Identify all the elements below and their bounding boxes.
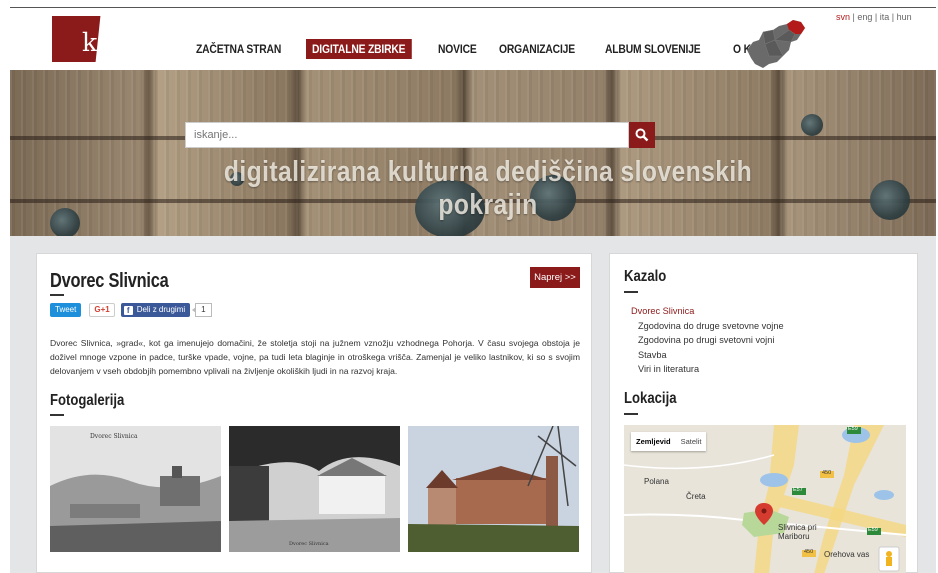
lang-hun[interactable]: hun xyxy=(897,12,912,22)
gallery-photo[interactable]: Dvorec Slivnica xyxy=(50,426,221,552)
facebook-share-button[interactable]: f Deli z drugimi xyxy=(120,303,191,317)
gallery-photo[interactable]: Dvorec Slivnica xyxy=(229,426,400,552)
location-underline xyxy=(624,413,638,415)
location-title: Lokacija xyxy=(624,390,677,407)
gallery-title: Fotogalerija xyxy=(50,392,125,409)
gplus-button[interactable]: G+1 xyxy=(89,303,115,317)
logo-text-value: kamra xyxy=(82,28,166,57)
svg-text:Dvorec Slivnica: Dvorec Slivnica xyxy=(289,541,329,547)
title-underline xyxy=(50,294,64,296)
search-button[interactable] xyxy=(629,122,655,148)
map-place-label: Čreta xyxy=(686,492,706,501)
svg-text:Dvorec Slivnica: Dvorec Slivnica xyxy=(90,433,138,440)
article-description: Dvorec Slivnica, »grad«, kot ga imenujej… xyxy=(50,338,580,376)
engraving-image: Dvorec Slivnica xyxy=(50,426,221,552)
map-tab-map[interactable]: Zemljevid xyxy=(631,432,676,451)
gallery-underline xyxy=(50,414,64,416)
location-map[interactable]: Zemljevid Satelit Polana Čreta Slivnica … xyxy=(624,425,906,573)
iron-knob xyxy=(870,180,910,220)
lang-ita[interactable]: ita xyxy=(880,12,890,22)
castle-photo-image xyxy=(408,426,579,552)
tweet-button[interactable]: Tweet xyxy=(50,303,82,317)
map-road-label: E57 xyxy=(793,487,803,493)
lang-eng[interactable]: eng xyxy=(857,12,872,22)
site-header: kamra ZAČETNA STRAN DIGITALNE ZBIRKE NOV… xyxy=(10,8,936,70)
search-icon xyxy=(635,128,649,142)
article-title: Dvorec Slivnica xyxy=(50,270,169,292)
main-nav: ZAČETNA STRAN DIGITALNE ZBIRKE NOVICE OR… xyxy=(190,39,794,59)
table-of-contents: Dvorec Slivnica Zgodovina do druge sveto… xyxy=(631,304,784,377)
toc-underline xyxy=(624,291,638,293)
tweet-label: Tweet xyxy=(55,305,77,314)
social-buttons: Tweet G+1 f Deli z drugimi 1 xyxy=(50,303,212,317)
map-place-label: Mariboru xyxy=(778,532,810,541)
toc-title: Kazalo xyxy=(624,268,667,285)
map-type-tabs: Zemljevid Satelit xyxy=(631,432,707,451)
share-count: 1 xyxy=(192,303,212,317)
logo-text: kamra xyxy=(82,28,165,57)
map-road-label: 450 xyxy=(804,549,814,555)
map-tab-satellite[interactable]: Satelit xyxy=(676,432,707,451)
nav-item-news[interactable]: NOVICE xyxy=(432,39,483,59)
toc-item[interactable]: Viri in literatura xyxy=(631,362,784,377)
map-road-label: 450 xyxy=(822,470,832,476)
map-place-label: Slivnica pri xyxy=(778,523,817,532)
nav-item-organizations[interactable]: ORGANIZACIJE xyxy=(493,39,581,59)
map-place-label: Polana xyxy=(644,477,669,486)
toc-item[interactable]: Dvorec Slivnica xyxy=(631,304,784,319)
postcard-image: Dvorec Slivnica xyxy=(229,426,400,552)
facebook-icon: f xyxy=(123,305,133,315)
toc-item[interactable]: Stavba xyxy=(631,348,784,363)
hero-banner: digitalizirana kulturna dediščina sloven… xyxy=(10,70,936,236)
nav-item-home[interactable]: ZAČETNA STRAN xyxy=(190,39,287,59)
kamra-logo[interactable]: kamra xyxy=(52,16,165,62)
gallery-photo[interactable] xyxy=(408,426,579,552)
nav-item-album[interactable]: ALBUM SLOVENIJE xyxy=(599,39,707,59)
map-road-label: E59 xyxy=(848,426,858,432)
map-place-label: Orehova vas xyxy=(824,550,870,559)
next-button[interactable]: Naprej >> xyxy=(530,267,580,288)
iron-knob xyxy=(50,208,80,236)
toc-item[interactable]: Zgodovina po drugi svetovni vojni xyxy=(631,333,784,348)
sidebar-card: Kazalo Dvorec Slivnica Zgodovina do drug… xyxy=(609,253,918,573)
hero-tagline: digitalizirana kulturna dediščina sloven… xyxy=(223,156,753,221)
toc-item[interactable]: Zgodovina do druge svetovne vojne xyxy=(631,319,784,334)
window-top xyxy=(0,0,938,7)
iron-knob xyxy=(801,114,823,136)
nav-item-digital-collections[interactable]: DIGITALNE ZBIRKE xyxy=(305,39,412,59)
language-switcher: svn | eng | ita | hun xyxy=(836,12,912,22)
map-road-label: E59 xyxy=(868,527,878,533)
article-card: Dvorec Slivnica Naprej >> Tweet G+1 f De… xyxy=(36,253,592,573)
facebook-share-label: Deli z drugimi xyxy=(136,305,186,314)
search-input[interactable] xyxy=(185,122,629,148)
slovenia-map-icon[interactable] xyxy=(743,16,807,70)
lang-svn[interactable]: svn xyxy=(836,12,850,22)
